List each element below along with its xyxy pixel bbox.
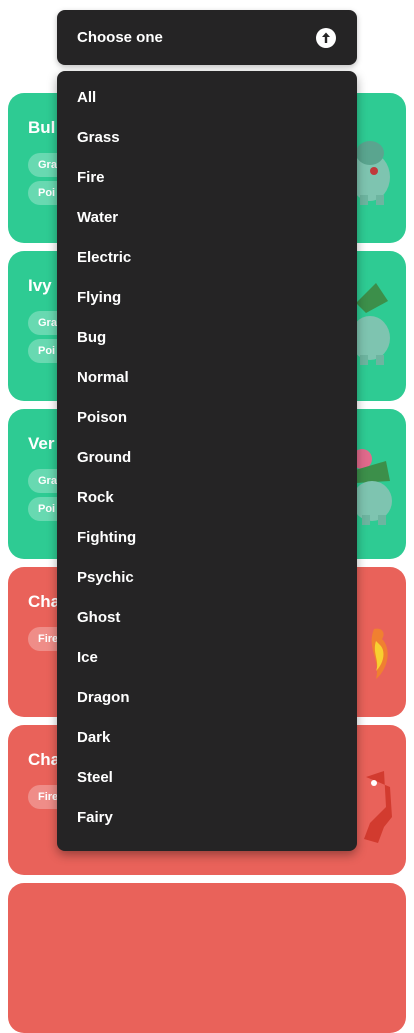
option-ghost[interactable]: Ghost (57, 607, 357, 647)
option-water[interactable]: Water (57, 207, 357, 247)
select-label: Choose one (77, 29, 163, 46)
option-rock[interactable]: Rock (57, 487, 357, 527)
option-psychic[interactable]: Psychic (57, 567, 357, 607)
pokemon-name: Cha (28, 750, 61, 769)
option-steel[interactable]: Steel (57, 767, 357, 807)
option-all[interactable]: All (57, 87, 357, 127)
option-dragon[interactable]: Dragon (57, 687, 357, 727)
option-ground[interactable]: Ground (57, 447, 357, 487)
option-dark[interactable]: Dark (57, 727, 357, 767)
type-dropdown-menu: All Grass Fire Water Electric Flying Bug… (57, 71, 357, 851)
option-ice[interactable]: Ice (57, 647, 357, 687)
option-fire[interactable]: Fire (57, 167, 357, 207)
option-electric[interactable]: Electric (57, 247, 357, 287)
pokemon-name: Ver (28, 434, 55, 453)
option-grass[interactable]: Grass (57, 127, 357, 167)
option-bug[interactable]: Bug (57, 327, 357, 367)
option-fairy[interactable]: Fairy (57, 807, 357, 847)
pokemon-name: Bul (28, 118, 56, 137)
pokemon-name: Cha (28, 592, 61, 611)
option-flying[interactable]: Flying (57, 287, 357, 327)
option-normal[interactable]: Normal (57, 367, 357, 407)
option-fighting[interactable]: Fighting (57, 527, 357, 567)
arrow-up-circle-icon (316, 28, 336, 48)
pokemon-name: Ivy (28, 276, 52, 295)
type-select[interactable]: Choose one (57, 10, 357, 65)
pokemon-card[interactable] (8, 883, 406, 1033)
option-poison[interactable]: Poison (57, 407, 357, 447)
